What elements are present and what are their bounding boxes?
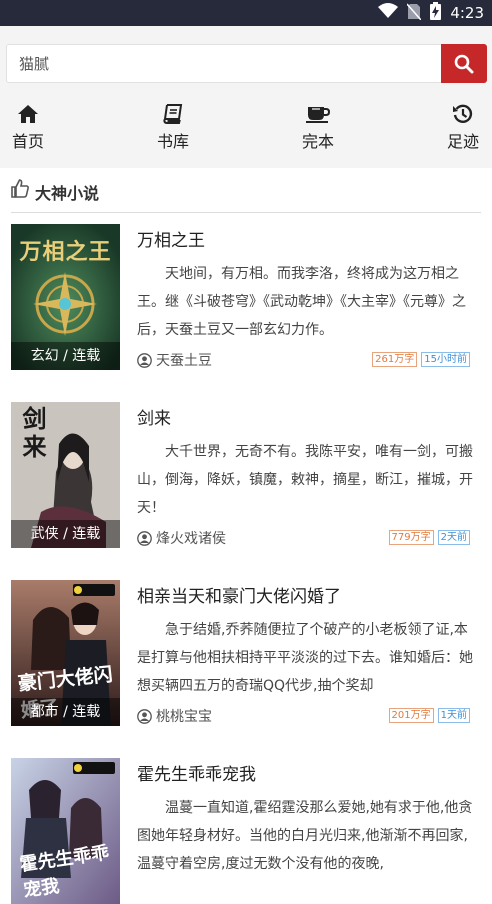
book-cover[interactable]: 剑来 武侠 / 连载 <box>11 402 120 548</box>
history-icon <box>453 104 473 123</box>
user-icon <box>137 708 152 724</box>
book-item[interactable]: 霍先生乖乖宠我 霍先生乖乖宠我 温蔓一直知道,霍绍霆没那么爱她,她有求于他,他贪… <box>11 758 481 904</box>
user-icon <box>137 352 152 368</box>
thumbs-up-icon <box>11 179 29 198</box>
book-description: 天地间，有万相。而我李洛，终将成为这万相之王。继《斗破苍穹》《武动乾坤》《大主宰… <box>137 266 466 338</box>
cover-title: 剑来 <box>18 406 47 462</box>
home-icon <box>18 105 38 123</box>
book-author[interactable]: 烽火戏诸侯 <box>137 528 226 548</box>
genre-tag: 都市 / 连载 <box>11 698 120 726</box>
genre-tag: 武侠 / 连载 <box>11 520 120 548</box>
book-description: 温蔓一直知道,霍绍霆没那么爱她,她有求于他,他贪图她年轻身材好。当他的白月光归来… <box>137 800 473 872</box>
status-bar: 4:23 <box>0 0 492 26</box>
book-description: 大千世界，无奇不有。我陈平安，唯有一剑，可搬山，倒海，降妖，镇魔，敕神，摘星，断… <box>137 444 473 516</box>
wifi-icon <box>378 3 399 23</box>
update-time-badge: 1天前 <box>437 708 470 723</box>
nav-history[interactable]: 足迹 <box>447 104 479 152</box>
book-author[interactable]: 天蚕土豆 <box>137 350 212 370</box>
search-icon <box>454 54 474 73</box>
author-name: 桃桃宝宝 <box>156 709 212 725</box>
update-time-badge: 2天前 <box>437 530 470 545</box>
nav-history-label: 足迹 <box>447 132 480 151</box>
nav-library-label: 书库 <box>157 132 190 151</box>
author-name: 烽火戏诸侯 <box>156 531 226 547</box>
book-description: 急于结婚,乔荞随便拉了个破产的小老板领了证,本是打算与他相扶相持平平淡淡的过下去… <box>137 622 473 694</box>
book-cover[interactable]: 霍先生乖乖宠我 <box>11 758 120 904</box>
main-nav: 首页 书库 完本 足迹 <box>0 104 492 152</box>
section-title: 大神小说 <box>35 184 100 203</box>
book-icon <box>163 104 183 124</box>
word-count-badge: 261万字 <box>372 352 418 367</box>
book-cover[interactable]: 豪门大佬闪婚了 都市 / 连载 <box>11 580 120 726</box>
search-button[interactable] <box>441 44 487 83</box>
nav-home-label: 首页 <box>12 132 45 151</box>
update-time-badge: 15小时前 <box>421 352 470 367</box>
word-count-badge: 201万字 <box>388 708 434 723</box>
no-sim-icon <box>406 3 422 24</box>
book-meta: 201万字 1天前 <box>388 708 470 723</box>
user-icon <box>137 530 152 546</box>
nav-home[interactable]: 首页 <box>12 104 44 152</box>
book-meta: 779万字 2天前 <box>388 530 470 545</box>
section-header: 大神小说 <box>11 178 481 213</box>
book-meta: 261万字 15小时前 <box>372 352 470 367</box>
book-title[interactable]: 万相之王 <box>137 226 205 251</box>
word-count-badge: 779万字 <box>388 530 434 545</box>
book-title[interactable]: 剑来 <box>137 404 171 429</box>
book-title[interactable]: 相亲当天和豪门大佬闪婚了 <box>137 582 341 607</box>
clock: 4:23 <box>450 4 484 22</box>
coffee-cup-icon <box>306 107 330 123</box>
nav-finished[interactable]: 完本 <box>302 104 334 152</box>
search-input[interactable] <box>7 45 441 82</box>
book-cover[interactable]: 万相之王 玄幻 / 连载 <box>11 224 120 370</box>
book-title[interactable]: 霍先生乖乖宠我 <box>137 760 256 785</box>
cover-title: 万相之王 <box>19 240 112 265</box>
book-author[interactable]: 桃桃宝宝 <box>137 706 212 726</box>
book-item[interactable]: 剑来 武侠 / 连载 剑来 大千世界，无奇不有。我陈平安，唯有一剑，可搬山，倒海… <box>11 402 481 548</box>
author-name: 天蚕土豆 <box>156 353 212 369</box>
nav-library[interactable]: 书库 <box>157 104 189 152</box>
genre-tag: 玄幻 / 连载 <box>11 342 120 370</box>
battery-charging-icon <box>430 2 442 24</box>
book-item[interactable]: 万相之王 玄幻 / 连载 万相之王 天地间，有万相。而我李洛，终将成为这万相之王… <box>11 224 481 370</box>
book-item[interactable]: 豪门大佬闪婚了 都市 / 连载 相亲当天和豪门大佬闪婚了 急于结婚,乔荞随便拉了… <box>11 580 481 726</box>
nav-finished-label: 完本 <box>302 132 335 151</box>
search-bar <box>6 44 487 83</box>
